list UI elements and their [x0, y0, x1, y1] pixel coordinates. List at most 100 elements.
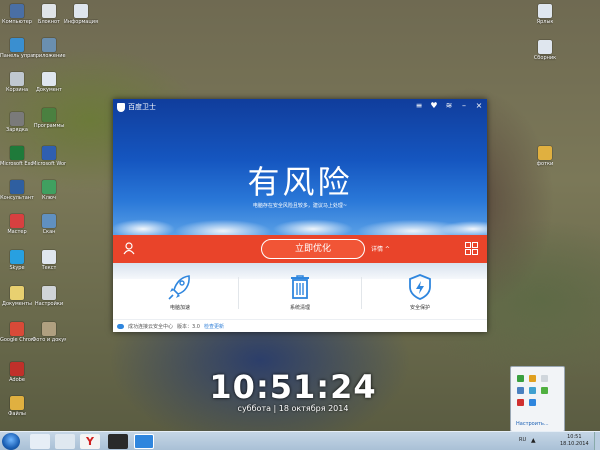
- tray-app-icon[interactable]: [517, 399, 524, 406]
- desktop-icon-image: [42, 146, 56, 160]
- desktop-icon-image: [10, 322, 24, 336]
- minimize-button[interactable]: –: [460, 102, 468, 110]
- desktop-icon[interactable]: Документ: [34, 72, 64, 93]
- desktop-icon-image: [42, 250, 56, 264]
- desktop-icon-image: [10, 250, 24, 264]
- desktop-icon-image: [42, 286, 56, 300]
- optimize-now-button[interactable]: 立即优化: [261, 239, 365, 259]
- desktop-icon[interactable]: фотки: [530, 146, 560, 167]
- desktop-icon-image: [42, 72, 56, 86]
- tool-cleanup[interactable]: 系统清理: [265, 273, 335, 311]
- taskbar-ie-icon[interactable]: [30, 434, 50, 449]
- desktop-icon-label: Документы: [2, 301, 32, 307]
- desktop-icon[interactable]: Зарядка: [2, 112, 32, 133]
- tool-protection-label: 安全保护: [409, 305, 430, 311]
- desktop-icon[interactable]: Информация: [64, 4, 98, 25]
- tray-app-icon[interactable]: [529, 387, 536, 394]
- tool-speedup-label: 电脑加速: [169, 305, 190, 311]
- taskbar-baidu-icon[interactable]: [134, 434, 154, 449]
- desktop-icon[interactable]: Корзина: [2, 72, 32, 93]
- desktop-icon-image: [42, 4, 56, 18]
- desktop-icon[interactable]: Программы: [34, 108, 64, 129]
- desktop-icon-label: Блокнот: [38, 19, 60, 25]
- tray-app-icon[interactable]: [529, 375, 536, 382]
- desktop-icon-label: Панель управления: [0, 53, 34, 59]
- desktop-icon[interactable]: Панель управления: [0, 38, 34, 59]
- taskbar-clock[interactable]: 10:51 18.10.2014: [560, 434, 589, 448]
- desktop-icon[interactable]: Настройки: [34, 286, 64, 307]
- start-button[interactable]: [2, 433, 20, 450]
- desktop-icon[interactable]: Текст: [34, 250, 64, 271]
- desktop-icon-label: Adobe: [9, 377, 25, 383]
- tray-app-icon[interactable]: [529, 399, 536, 406]
- details-toggle[interactable]: 详情 ^: [371, 244, 390, 253]
- app-title: 百度卫士: [128, 103, 156, 111]
- taskbar-explorer-icon[interactable]: [55, 434, 75, 449]
- desktop-icon[interactable]: Компьютер: [2, 4, 32, 25]
- title-buttons: ≡ ♥ ≋ – ×: [415, 102, 483, 110]
- desktop-icon[interactable]: Ярлык: [530, 4, 560, 25]
- desktop-icon-label: Skype: [9, 265, 25, 271]
- wifi-icon[interactable]: ≋: [445, 102, 453, 110]
- tool-cleanup-label: 系统清理: [289, 305, 310, 311]
- desktop-icon-image: [42, 108, 56, 122]
- tool-protection[interactable]: 安全保护: [385, 273, 455, 311]
- desktop-icon-label: Программы: [33, 123, 65, 129]
- customize-link[interactable]: Настроить...: [516, 421, 549, 427]
- taskbar: Y RU ▲ 10:51 18.10.2014: [0, 431, 600, 450]
- desktop-icon[interactable]: Google Chrome: [0, 322, 34, 343]
- desktop-icon[interactable]: Мастер: [2, 214, 32, 235]
- desktop-icon-label: фотки: [536, 161, 554, 167]
- menu-icon[interactable]: ≡: [415, 102, 423, 110]
- check-update-link[interactable]: 检查更新: [204, 323, 224, 330]
- baidu-guard-window: 百度卫士 ≡ ♥ ≋ – × 有风险 电脑存在安全风险且较多，建议马上处理~ 立…: [113, 99, 487, 332]
- user-icon[interactable]: [123, 242, 135, 255]
- desktop-icon-label: Microsoft Word: [32, 161, 66, 167]
- tray-app-icon[interactable]: [517, 387, 524, 394]
- app-brand: 百度卫士: [117, 102, 156, 112]
- desktop-icon-label: Google Chrome: [0, 337, 34, 343]
- desktop-icon-label: Настройки: [34, 301, 64, 307]
- desktop-icon[interactable]: Документы: [2, 286, 32, 307]
- close-button[interactable]: ×: [475, 102, 483, 110]
- desktop-icon[interactable]: Блокнот: [34, 4, 64, 25]
- desktop-icon[interactable]: Skype: [2, 250, 32, 271]
- desktop-icon[interactable]: Скан: [34, 214, 64, 235]
- desktop-icon-image: [538, 40, 552, 54]
- desktop-icon[interactable]: Microsoft Word: [32, 146, 66, 167]
- tray-app-icon[interactable]: [541, 387, 548, 394]
- desktop-icon-image: [10, 146, 24, 160]
- desktop-icon-label: Ключ: [42, 195, 56, 201]
- desktop-icon-image: [538, 4, 552, 18]
- tray-arrow-icon[interactable]: ▲: [531, 437, 536, 444]
- desktop-icon[interactable]: Ключ: [34, 180, 64, 201]
- desktop-icon-label: Сборник: [533, 55, 557, 61]
- desktop-icon-label: Корзина: [5, 87, 29, 93]
- desktop-icon[interactable]: Сборник: [530, 40, 560, 61]
- taskbar-app-icon[interactable]: [108, 434, 128, 449]
- tray-app-icon[interactable]: [541, 375, 548, 382]
- trash-icon: [291, 275, 309, 299]
- desktop-icon-image: [42, 214, 56, 228]
- tool-speedup[interactable]: 电脑加速: [145, 273, 215, 311]
- cloud-decoration: [113, 207, 487, 237]
- desktop-icon-label: Мастер: [7, 229, 27, 235]
- desktop-icon[interactable]: приложение: [32, 38, 66, 59]
- apps-grid-icon[interactable]: [465, 242, 478, 255]
- tray-app-icon[interactable]: [517, 375, 524, 382]
- hero-panel: 百度卫士 ≡ ♥ ≋ – × 有风险 电脑存在安全风险且较多，建议马上处理~: [113, 99, 487, 237]
- show-desktop-button[interactable]: [594, 432, 600, 450]
- desktop-icon-image: [42, 322, 56, 336]
- skin-icon[interactable]: ♥: [430, 102, 438, 110]
- desktop-icon[interactable]: Фото и документы: [32, 322, 66, 343]
- desktop-icon[interactable]: Adobe: [2, 362, 32, 383]
- desktop-icon[interactable]: Microsoft Excel: [0, 146, 34, 167]
- desktop-icon[interactable]: Консультант: [0, 180, 34, 201]
- language-indicator[interactable]: RU: [519, 437, 526, 443]
- desktop-icon-label: Ярлык: [536, 19, 554, 25]
- desktop-icon[interactable]: Файлы: [2, 396, 32, 417]
- desktop-icon-image: [10, 38, 24, 52]
- desktop-icon-label: Фото и документы: [32, 337, 66, 343]
- taskbar-yandex-icon[interactable]: Y: [80, 434, 100, 449]
- desktop-icon-label: Файлы: [8, 411, 26, 417]
